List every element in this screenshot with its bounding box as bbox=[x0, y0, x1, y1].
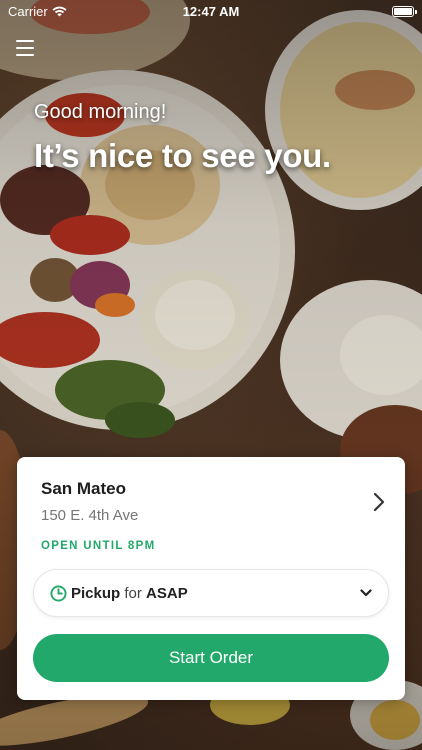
order-card: San Mateo 150 E. 4th Ave OPEN UNTIL 8PM … bbox=[17, 457, 405, 700]
greeting-text: Good morning! bbox=[34, 101, 167, 123]
chevron-down-icon[interactable] bbox=[360, 588, 372, 598]
open-hours-status: OPEN UNTIL 8PM bbox=[41, 540, 156, 552]
order-type: Pickup bbox=[71, 584, 121, 602]
hamburger-menu-icon[interactable] bbox=[16, 40, 34, 56]
start-order-button[interactable]: Start Order bbox=[33, 634, 389, 682]
order-mode-text: Pickup for ASAP bbox=[71, 585, 188, 602]
order-mode-dropdown[interactable]: Pickup for ASAP bbox=[33, 569, 389, 617]
location-name: San Mateo bbox=[41, 479, 127, 498]
wifi-icon bbox=[52, 6, 67, 16]
welcome-headline: It’s nice to see you. bbox=[34, 137, 331, 174]
carrier-label: Carrier bbox=[8, 3, 48, 19]
status-bar: Carrier 12:47 AM bbox=[0, 0, 422, 22]
clock-icon bbox=[50, 584, 67, 602]
order-connector: for bbox=[124, 584, 142, 602]
order-time: ASAP bbox=[146, 584, 188, 602]
location-address: 150 E. 4th Ave bbox=[41, 507, 139, 524]
battery-icon bbox=[392, 5, 417, 17]
location-selector[interactable]: San Mateo 150 E. 4th Ave bbox=[41, 479, 387, 524]
chevron-right-icon[interactable] bbox=[371, 491, 387, 513]
